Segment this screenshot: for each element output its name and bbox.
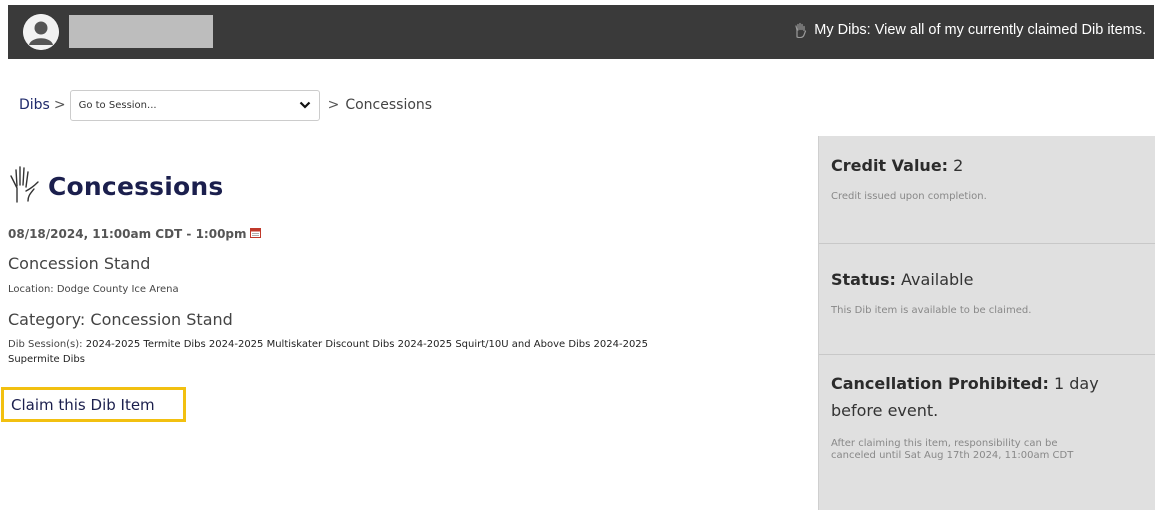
location-label: Location: Dodge County Ice Arena [8, 284, 179, 295]
dib-sessions: Dib Session(s): 2024-2025 Termite Dibs 2… [8, 337, 698, 367]
session-select[interactable]: Go to Session... [69, 89, 320, 121]
dib-sessions-value: 2024-2025 Termite Dibs 2024-2025 Multisk… [8, 339, 649, 365]
breadcrumb-separator: > [327, 97, 340, 113]
credit-value: 2 [953, 156, 964, 175]
credit-value-note: Credit issued upon completion. [831, 191, 987, 202]
item-title-row: Concessions [8, 164, 223, 208]
breadcrumb-separator: > [53, 97, 66, 113]
item-details-sidebar: Credit Value: 2 Credit issued upon compl… [818, 136, 1155, 510]
raised-hand-icon [8, 164, 42, 208]
cancellation-note: After claiming this item, responsibility… [831, 438, 1074, 461]
credit-value-panel: Credit Value: 2 Credit issued upon compl… [819, 136, 1155, 244]
user-avatar-icon[interactable] [23, 14, 59, 50]
status-label: Status: [831, 270, 896, 289]
status-note: This Dib item is available to be claimed… [831, 305, 1032, 316]
credit-value-heading: Credit Value: 2 [831, 152, 1143, 179]
breadcrumb: Dibs > Go to Session... > Concessions [19, 89, 432, 121]
credit-value-label: Credit Value: [831, 156, 949, 175]
location-name: Concession Stand [8, 254, 151, 273]
top-navigation-bar: My Dibs: View all of my currently claime… [8, 5, 1154, 59]
my-dibs-link[interactable]: My Dibs: View all of my currently claime… [793, 22, 1146, 38]
cancellation-panel: Cancellation Prohibited: 1 day before ev… [819, 355, 1155, 510]
category-label: Category: Concession Stand [8, 310, 233, 329]
item-datetime: 08/18/2024, 11:00am CDT - 1:00pm [8, 227, 261, 241]
my-dibs-label: My Dibs: View all of my currently claime… [814, 22, 1146, 38]
raised-hand-icon [793, 22, 808, 38]
status-heading: Status: Available [831, 266, 1143, 293]
cancellation-heading: Cancellation Prohibited: 1 day before ev… [831, 370, 1143, 424]
item-datetime-text: 08/18/2024, 11:00am CDT - 1:00pm [8, 227, 247, 241]
breadcrumb-current: Concessions [345, 97, 433, 113]
cancellation-label: Cancellation Prohibited: [831, 374, 1049, 393]
dib-sessions-label: Dib Session(s): [8, 339, 83, 350]
username-redacted [69, 15, 213, 48]
session-select-value: Go to Session... [78, 99, 157, 111]
status-value: Available [901, 270, 974, 289]
claim-dib-item-button[interactable]: Claim this Dib Item [1, 387, 186, 422]
claim-dib-item-label: Claim this Dib Item [11, 395, 155, 414]
status-panel: Status: Available This Dib item is avail… [819, 244, 1155, 355]
calendar-icon[interactable] [249, 227, 261, 241]
breadcrumb-dibs-link[interactable]: Dibs [19, 97, 50, 113]
chevron-down-icon [299, 99, 311, 112]
item-title: Concessions [48, 171, 224, 201]
